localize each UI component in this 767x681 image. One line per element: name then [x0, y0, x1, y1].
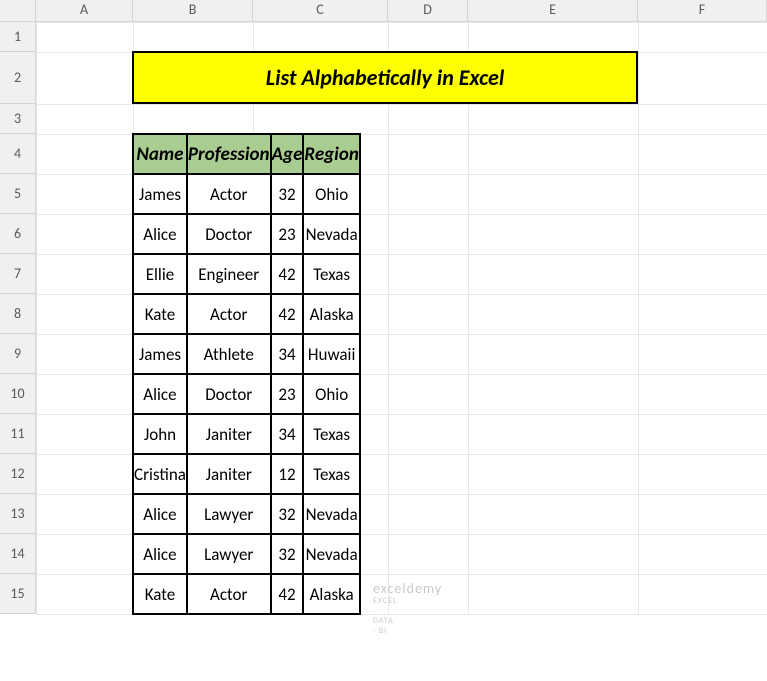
table-row: KateActor42Alaska	[133, 294, 360, 334]
row-header-2[interactable]: 2	[0, 52, 36, 104]
watermark-brand: exceldemy	[373, 580, 442, 597]
row-header-3[interactable]: 3	[0, 104, 36, 134]
table-cell[interactable]: Actor	[187, 174, 271, 214]
table-header-region[interactable]: Region	[303, 134, 359, 174]
table-row: JamesActor32Ohio	[133, 174, 360, 214]
table-row: AliceDoctor23Ohio	[133, 374, 360, 414]
table-cell[interactable]: Alice	[133, 374, 187, 414]
table-cell[interactable]: Texas	[303, 414, 359, 454]
watermark-tag: EXCEL · DATA · BI	[373, 596, 397, 636]
table-cell[interactable]: Texas	[303, 254, 359, 294]
table-cell[interactable]: Huwaii	[303, 334, 359, 374]
table-cell[interactable]: Lawyer	[187, 494, 271, 534]
row-header-12[interactable]: 12	[0, 454, 36, 494]
table-cell[interactable]: 32	[271, 174, 304, 214]
column-header-D[interactable]: D	[388, 0, 468, 21]
row-header-15[interactable]: 15	[0, 574, 36, 614]
table-cell[interactable]: Alaska	[303, 294, 359, 334]
table-row: KateActor42Alaska	[133, 574, 360, 614]
table-cell[interactable]: Doctor	[187, 374, 271, 414]
row-header-5[interactable]: 5	[0, 174, 36, 214]
table-cell[interactable]: Doctor	[187, 214, 271, 254]
title-cell[interactable]: List Alphabetically in Excel	[132, 51, 638, 104]
table-cell[interactable]: Janiter	[187, 454, 271, 494]
table-header-profession[interactable]: Profession	[187, 134, 271, 174]
table-cell[interactable]: Nevada	[303, 494, 359, 534]
table-cell[interactable]: 32	[271, 494, 304, 534]
column-header-B[interactable]: B	[133, 0, 253, 21]
row-header-10[interactable]: 10	[0, 374, 36, 414]
table-cell[interactable]: 23	[271, 214, 304, 254]
column-header-E[interactable]: E	[468, 0, 638, 21]
table-row: EllieEngineer42Texas	[133, 254, 360, 294]
table-row: AliceLawyer32Nevada	[133, 494, 360, 534]
table-cell[interactable]: 42	[271, 254, 304, 294]
table-row: AliceDoctor23Nevada	[133, 214, 360, 254]
table-row: CristinaJaniter12Texas	[133, 454, 360, 494]
table-cell[interactable]: 23	[271, 374, 304, 414]
table-cell[interactable]: Kate	[133, 574, 187, 614]
table-cell[interactable]: James	[133, 174, 187, 214]
row-header-7[interactable]: 7	[0, 254, 36, 294]
data-table: NameProfessionAgeRegion JamesActor32Ohio…	[132, 133, 361, 615]
title-text: List Alphabetically in Excel	[266, 64, 504, 91]
table-cell[interactable]: 12	[271, 454, 304, 494]
table-cell[interactable]: Ohio	[303, 174, 359, 214]
row-header-11[interactable]: 11	[0, 414, 36, 454]
table-cell[interactable]: Alaska	[303, 574, 359, 614]
row-header-6[interactable]: 6	[0, 214, 36, 254]
table-cell[interactable]: Kate	[133, 294, 187, 334]
row-header-8[interactable]: 8	[0, 294, 36, 334]
table-cell[interactable]: Actor	[187, 574, 271, 614]
row-header-9[interactable]: 9	[0, 334, 36, 374]
table-cell[interactable]: James	[133, 334, 187, 374]
table-header-name[interactable]: Name	[133, 134, 187, 174]
table-cell[interactable]: Alice	[133, 214, 187, 254]
table-cell[interactable]: 34	[271, 334, 304, 374]
table-cell[interactable]: Alice	[133, 494, 187, 534]
table-cell[interactable]: Texas	[303, 454, 359, 494]
table-cell[interactable]: Nevada	[303, 534, 359, 574]
column-header-C[interactable]: C	[253, 0, 388, 21]
table-row: AliceLawyer32Nevada	[133, 534, 360, 574]
spreadsheet: ABCDEF 123456789101112131415 List Alphab…	[0, 0, 767, 681]
column-headers: ABCDEF	[0, 0, 767, 22]
table-cell[interactable]: John	[133, 414, 187, 454]
table-cell[interactable]: Athlete	[187, 334, 271, 374]
table-row: JamesAthlete34Huwaii	[133, 334, 360, 374]
table-row: JohnJaniter34Texas	[133, 414, 360, 454]
table-cell[interactable]: Alice	[133, 534, 187, 574]
table-cell[interactable]: Nevada	[303, 214, 359, 254]
table-cell[interactable]: 42	[271, 294, 304, 334]
select-all-corner[interactable]	[0, 0, 36, 21]
table-cell[interactable]: Janiter	[187, 414, 271, 454]
table-cell[interactable]: Engineer	[187, 254, 271, 294]
table-cell[interactable]: 32	[271, 534, 304, 574]
table-cell[interactable]: 42	[271, 574, 304, 614]
table-header-age[interactable]: Age	[271, 134, 304, 174]
table-header-row: NameProfessionAgeRegion	[133, 134, 360, 174]
column-header-F[interactable]: F	[638, 0, 767, 21]
table-cell[interactable]: Actor	[187, 294, 271, 334]
row-headers: 123456789101112131415	[0, 22, 36, 614]
table-cell[interactable]: Ohio	[303, 374, 359, 414]
row-header-1[interactable]: 1	[0, 22, 36, 52]
table-cell[interactable]: Ellie	[133, 254, 187, 294]
row-header-14[interactable]: 14	[0, 534, 36, 574]
row-header-13[interactable]: 13	[0, 494, 36, 534]
table-cell[interactable]: Cristina	[133, 454, 187, 494]
table-cell[interactable]: Lawyer	[187, 534, 271, 574]
column-header-A[interactable]: A	[36, 0, 133, 21]
row-header-4[interactable]: 4	[0, 134, 36, 174]
table-cell[interactable]: 34	[271, 414, 304, 454]
